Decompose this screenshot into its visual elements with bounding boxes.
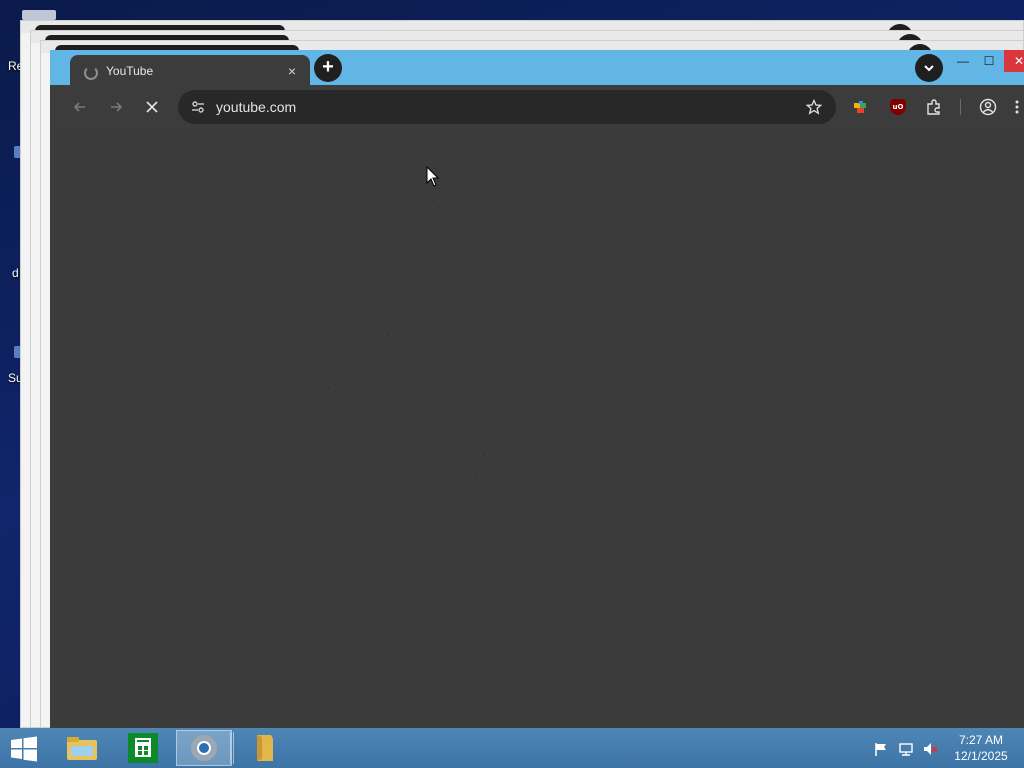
page-content[interactable]	[58, 129, 1024, 728]
site-info-icon[interactable]	[186, 95, 210, 119]
close-icon	[146, 101, 158, 113]
action-center-flag-icon[interactable]	[873, 741, 889, 757]
address-bar[interactable]: youtube.com	[178, 90, 836, 124]
windows-logo-icon	[11, 736, 37, 762]
chevron-down-icon	[924, 65, 934, 72]
arrow-left-icon	[73, 102, 85, 112]
kebab-menu-icon	[1015, 100, 1019, 114]
taskbar-folder[interactable]	[238, 730, 294, 766]
forward-button[interactable]	[105, 96, 127, 118]
file-explorer-icon	[67, 737, 97, 760]
toolbar-divider	[960, 99, 961, 115]
tab-close-button[interactable]: ×	[284, 63, 300, 79]
loading-spinner-icon	[82, 64, 98, 80]
profile-button[interactable]	[978, 97, 998, 117]
chrome-icon	[191, 735, 217, 761]
desktop-icon-label: d	[12, 266, 19, 280]
ublock-shield-icon: uO	[890, 99, 906, 115]
folder-icon	[257, 735, 273, 761]
system-clock[interactable]: 7:27 AM 12/1/2025	[948, 732, 1014, 764]
arrow-right-icon	[111, 102, 123, 112]
ublock-extension-button[interactable]: uO	[888, 97, 908, 117]
volume-muted-icon[interactable]	[922, 741, 938, 757]
tab-title: YouTube	[106, 64, 154, 78]
tab-search-button[interactable]	[915, 54, 943, 82]
bookmark-star-icon[interactable]	[804, 97, 824, 117]
puzzle-icon	[927, 99, 940, 115]
stop-loading-button[interactable]	[141, 96, 163, 118]
taskbar-store[interactable]	[115, 730, 171, 766]
colorful-extension-icon	[854, 101, 866, 113]
clock-time: 7:27 AM	[958, 733, 1004, 747]
extensions-menu-button[interactable]	[924, 97, 944, 117]
mouse-cursor-icon	[426, 166, 440, 187]
browser-window: YouTube × + — ☐ ✕ youtube.com uO	[50, 50, 1024, 728]
tab-youtube[interactable]: YouTube ×	[70, 55, 310, 87]
network-icon[interactable]	[898, 741, 914, 757]
maximize-button[interactable]: ☐	[974, 50, 1004, 72]
browser-titlebar[interactable]: YouTube × + — ☐ ✕	[50, 50, 1024, 87]
url-text[interactable]: youtube.com	[216, 99, 804, 115]
start-button[interactable]	[6, 734, 42, 764]
extension-icon[interactable]	[851, 97, 871, 117]
store-icon	[128, 733, 158, 763]
back-button[interactable]	[69, 96, 91, 118]
taskbar-divider	[230, 732, 234, 764]
taskbar-file-explorer[interactable]	[54, 730, 110, 766]
new-tab-button[interactable]: +	[314, 54, 342, 82]
close-window-button[interactable]: ✕	[1004, 50, 1024, 72]
browser-toolbar: youtube.com uO	[50, 85, 1024, 129]
taskbar-chrome[interactable]	[176, 730, 232, 766]
account-circle-icon	[979, 98, 997, 116]
taskbar: 7:27 AM 12/1/2025	[0, 728, 1024, 768]
clock-date: 12/1/2025	[954, 749, 1008, 763]
chrome-menu-button[interactable]	[1012, 97, 1022, 117]
recycle-bin-icon	[22, 10, 56, 20]
